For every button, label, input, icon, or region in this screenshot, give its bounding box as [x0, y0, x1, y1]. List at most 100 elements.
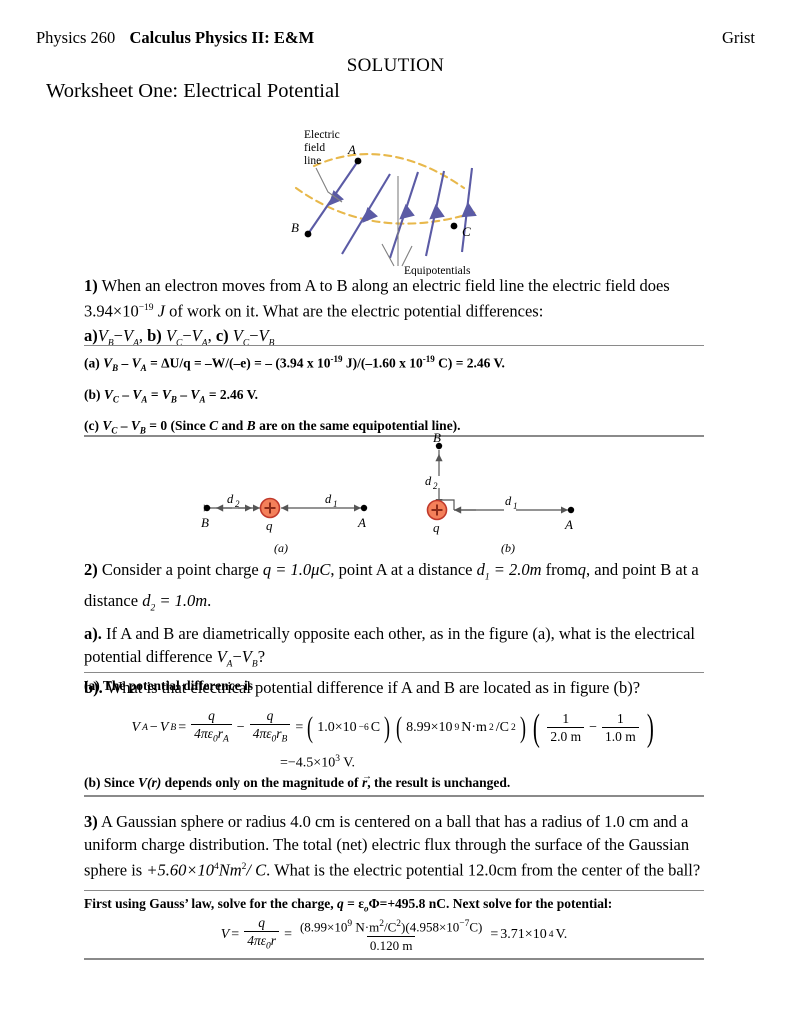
eq2-term2-unit: N·m [461, 719, 487, 735]
figure-field-lines-equipotentials: A B C Electric field line Equipotentials [286, 126, 506, 276]
question-2-mid2: from [545, 560, 578, 579]
answer-1a: (a) VB – VA = ΔU/q = –W/(–e) = – (3.94 x… [84, 354, 505, 374]
eq2-frac-a-num: q [208, 708, 215, 723]
part-b-v2-sub: A [201, 337, 208, 348]
question-2-d1-var: d [476, 560, 485, 579]
answer-1a-v2: V [131, 355, 141, 371]
charge-symbol-a [259, 497, 281, 519]
answer-2b-r-vector: → r [361, 771, 372, 790]
eq3-equals-3: = [490, 926, 499, 942]
answer-1c-end: are on the same equipotential line). [255, 418, 461, 433]
eq3-num-e4: −7 [459, 919, 470, 930]
page-title: Worksheet One: Electrical Potential [46, 80, 340, 102]
eq2-term2-unit-exp: 2 [488, 722, 494, 733]
eq2-minus: − [236, 719, 245, 735]
eq2-minus-2: − [589, 719, 598, 735]
answer-1a-exp1: -19 [330, 354, 343, 364]
solution-label: SOLUTION [346, 55, 445, 76]
eq2-term2-unit-div: /C [495, 719, 509, 735]
question-2-part-a-v1: V [216, 646, 227, 666]
eq2-lhs-v2-sub: B [170, 722, 177, 733]
answer-block-1-top-rule [84, 345, 704, 346]
figure2a-label-d2-sub: 2 [235, 499, 240, 509]
eq2-equals-1: = [178, 719, 187, 735]
answer-1a-mid2: J)/(–1.60 x 10 [342, 355, 423, 371]
question-2-part-a: a). If A and B are diametrically opposit… [84, 623, 695, 669]
point-c-dot [450, 222, 458, 230]
answer-1a-prefix: (a) [84, 355, 104, 371]
eq2-equals-2: = [295, 719, 304, 735]
eq3-num-p3: /C [383, 919, 397, 935]
eq3-lhs-v: V [220, 926, 230, 942]
answer-1a-mid: = ΔU/q = –W/(–e) = – (3.94 x 10 [146, 355, 331, 371]
answer-1b-v3-sub: B [170, 394, 177, 405]
part-b-label: b) [147, 325, 162, 345]
eq2-lhs-v1-sub: A [142, 722, 148, 733]
part-c-label: c) [215, 325, 229, 345]
eq3-num-p4: )(4.958×10 [401, 919, 460, 935]
part-a-v2-sub: A [133, 337, 139, 348]
answer-3-heading-mid: = ε [343, 896, 364, 911]
question-2-part-a-text: If A and B are diametrically opposite ea… [84, 623, 695, 666]
eq2-fraction-a: q 4πε0rA [191, 708, 232, 748]
answer-1b-end: = 2.46 V. [205, 387, 259, 402]
eq2-term2-unit-div-exp: 2 [510, 722, 516, 733]
answer-block-3-top-rule [84, 890, 704, 891]
part-b-minus: − [182, 325, 192, 345]
question-2-q-var: q [577, 560, 586, 579]
answer-1a-exp2: -19 [422, 354, 435, 364]
question-3-number: 3) [84, 812, 98, 831]
figure2b-label-d2-sub: 2 [433, 481, 438, 491]
eq2-paren-close-1: ) [384, 710, 391, 744]
eq3-frac-a-den-pre: 4πε [247, 933, 267, 948]
figure-2b [435, 450, 568, 514]
question-2-lead: Consider a point charge [101, 560, 259, 579]
eq3-frac-a-den-r: r [270, 933, 277, 948]
part-b-v1: V [165, 325, 177, 345]
answer-2b-v: V [138, 775, 148, 790]
equation-3-row: V = q 4πε0r = (8.99×109 N·m2/C2)(4.958×1… [221, 915, 568, 955]
figure2b-label-b: B [433, 432, 441, 445]
eq2-paren-close-2: ) [519, 710, 526, 744]
page-header: Physics 260 Calculus Physics II: E&M Gri… [36, 28, 755, 48]
answer-1c-mid: = 0 (Since [145, 418, 210, 433]
worksheet-page: Physics 260 Calculus Physics II: E&M Gri… [0, 0, 791, 1024]
eq2-paren-open-1: ( [307, 710, 314, 744]
answer-block-2-bottom-rule [84, 795, 704, 797]
answer-1b: (b) VC – VA = VB – VA = 2.46 V. [84, 387, 259, 405]
question-1-body-2: of work on it. What are the electric pot… [169, 301, 544, 321]
question-3-flux-value: +5.60×10 [146, 860, 214, 880]
eq2-frac-a-den-rsub: A [222, 734, 229, 745]
part-c-v2: V [258, 325, 269, 345]
figure2b-label-d1: d [505, 494, 512, 508]
answer-1a-v1-sub: B [112, 363, 119, 374]
part-b-v2: V [191, 325, 202, 345]
equation-2-row: V A − V B = q 4πε0rA − q 4πε0rB = (1.0×10 −6 … [132, 708, 657, 748]
eq2-fraction-d: 1 1.0 m [602, 711, 639, 744]
instructor-name: Grist [722, 28, 755, 47]
point-b-dot [304, 230, 312, 238]
answer-2b-prefix: (b) Since [84, 775, 138, 790]
answer-3-heading-end: Φ=+495.8 nC. Next solve for the potentia… [368, 896, 613, 911]
question-3-text: 3) A Gaussian sphere or radius 4.0 cm is… [84, 810, 724, 882]
answer-1b-v2-sub: A [141, 394, 148, 405]
answer-1b-v1: V [103, 387, 113, 402]
eq2-frac-c-num: 1 [562, 711, 570, 727]
question-3-body-2: . What is the electric potential 12.0cm … [266, 860, 701, 880]
part-c-v2-sub: B [268, 337, 275, 348]
eq2-fraction-c: 1 2.0 m [547, 711, 585, 744]
question-2-part-a-label: a). [84, 623, 102, 643]
eq3-frac-b-den: 0.120 m [366, 935, 416, 953]
point-a-dot-a [360, 504, 368, 512]
eq2-frac-b-den-pre: 4πε [252, 726, 272, 741]
eq3-result: 3.71×10 [500, 926, 547, 942]
eq2-term2: 8.99×10 [406, 719, 453, 735]
question-2-charge-value: q = 1.0μC [262, 560, 331, 579]
eq2-result-value: −4.5×10 [287, 755, 336, 771]
eq2-frac-d-den: 1.0 m [602, 727, 639, 744]
question-1-number: 1) [84, 276, 98, 295]
question-3-flux-unit-div: / C [246, 860, 267, 880]
answer-1a-end: C) = 2.46 V. [434, 355, 505, 371]
eq2-frac-a-den-pre: 4πε [194, 726, 213, 741]
figure2a-caption: (a) [274, 541, 288, 555]
